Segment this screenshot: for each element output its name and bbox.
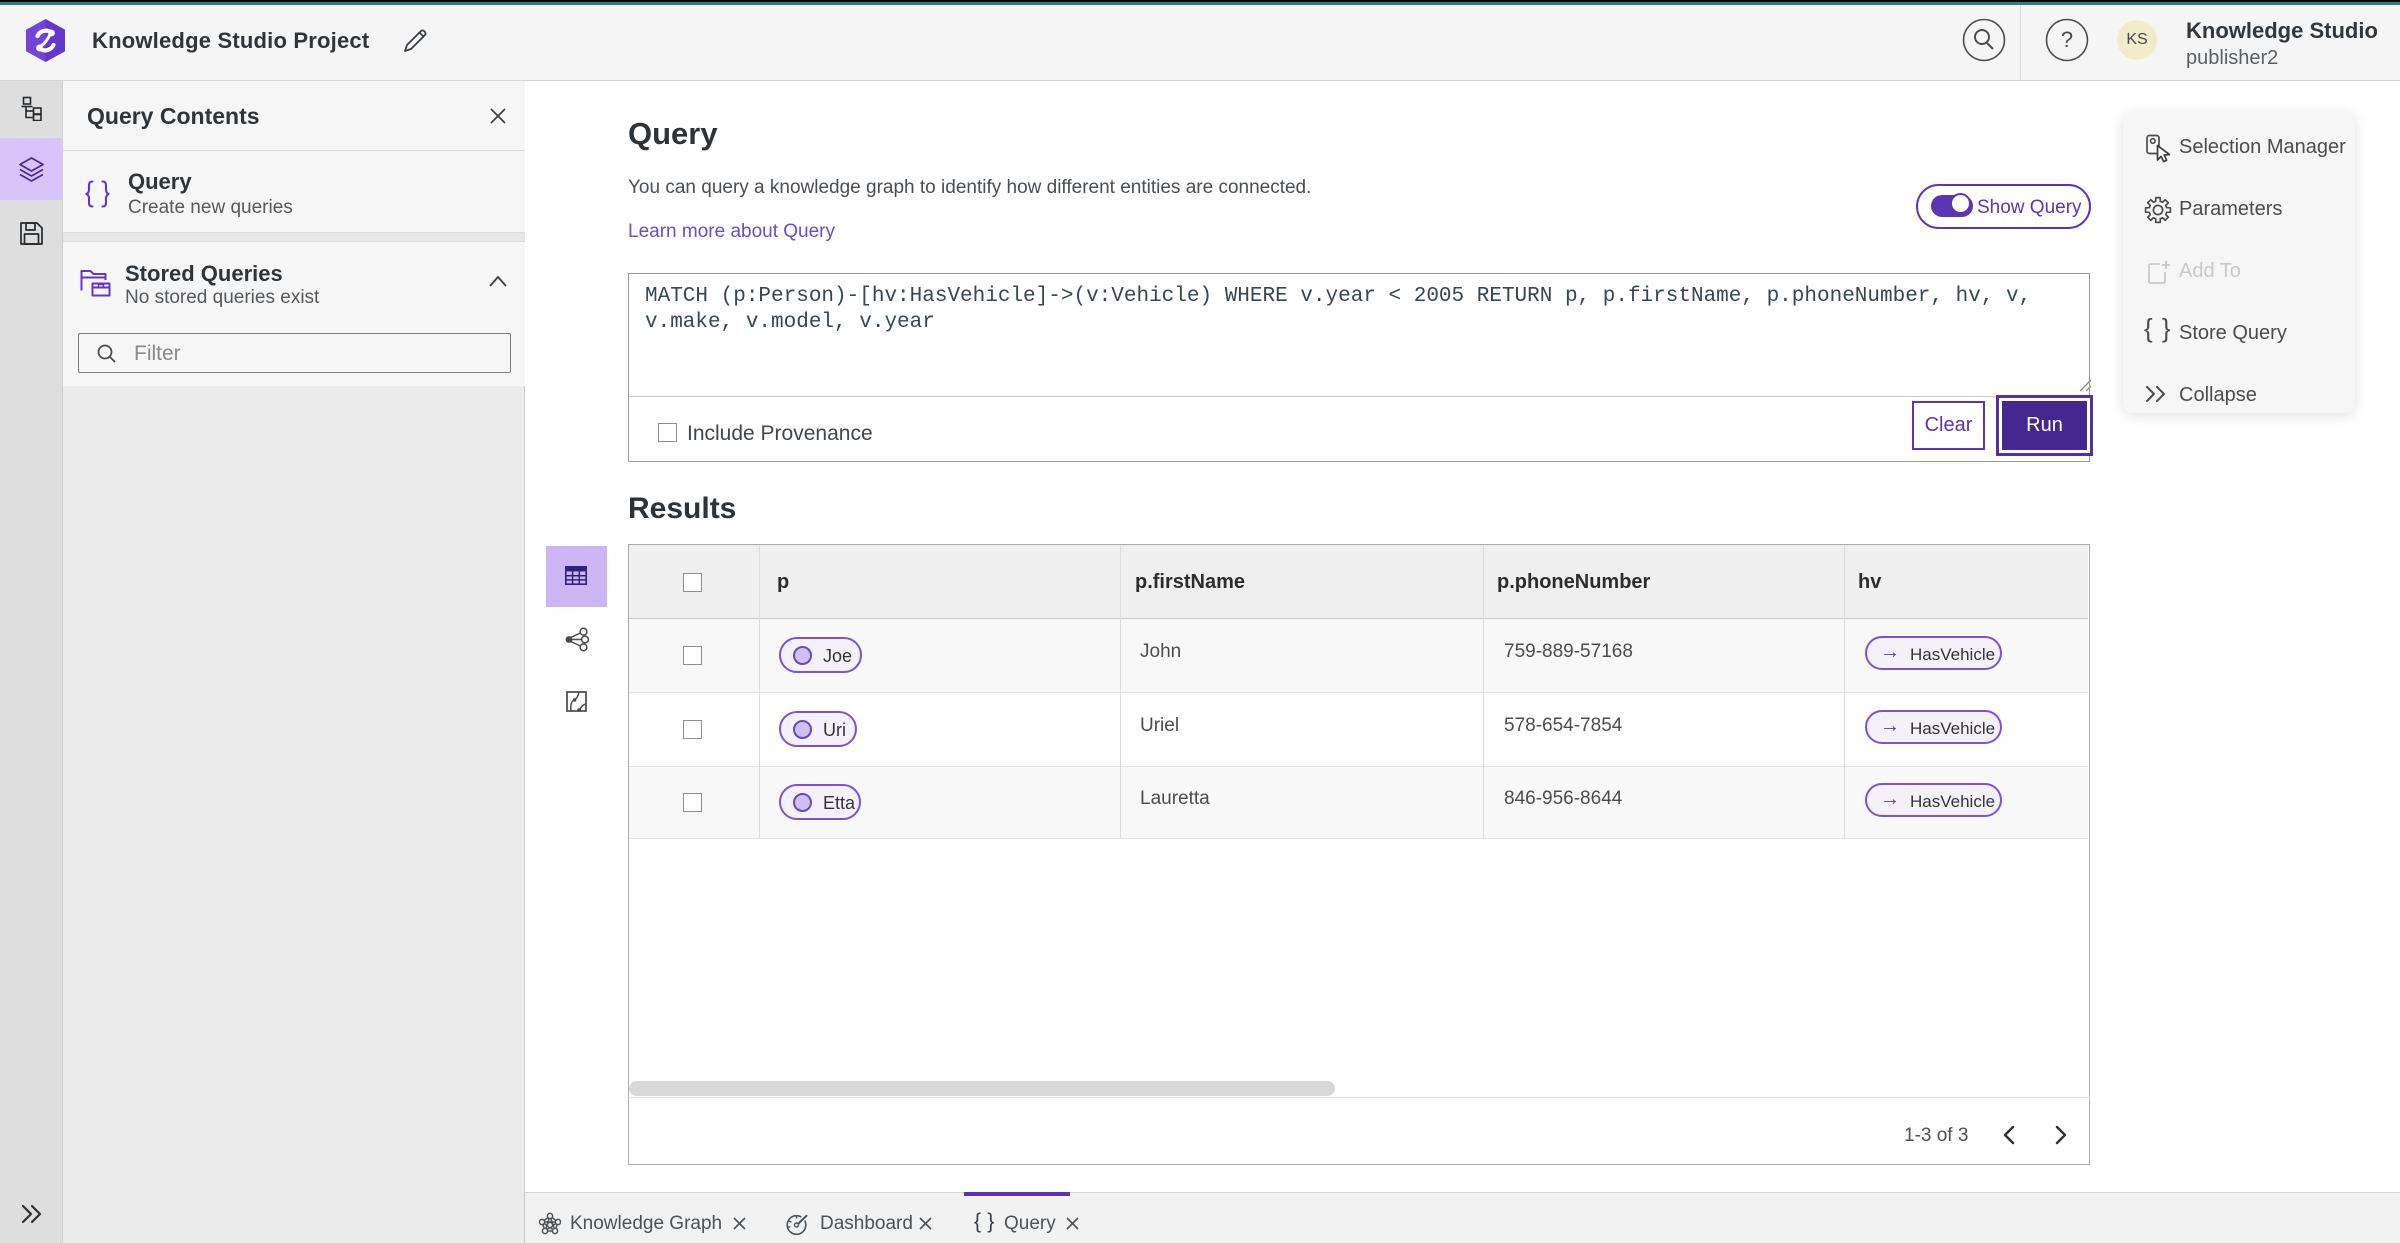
svg-text:?: ? bbox=[2061, 27, 2073, 52]
